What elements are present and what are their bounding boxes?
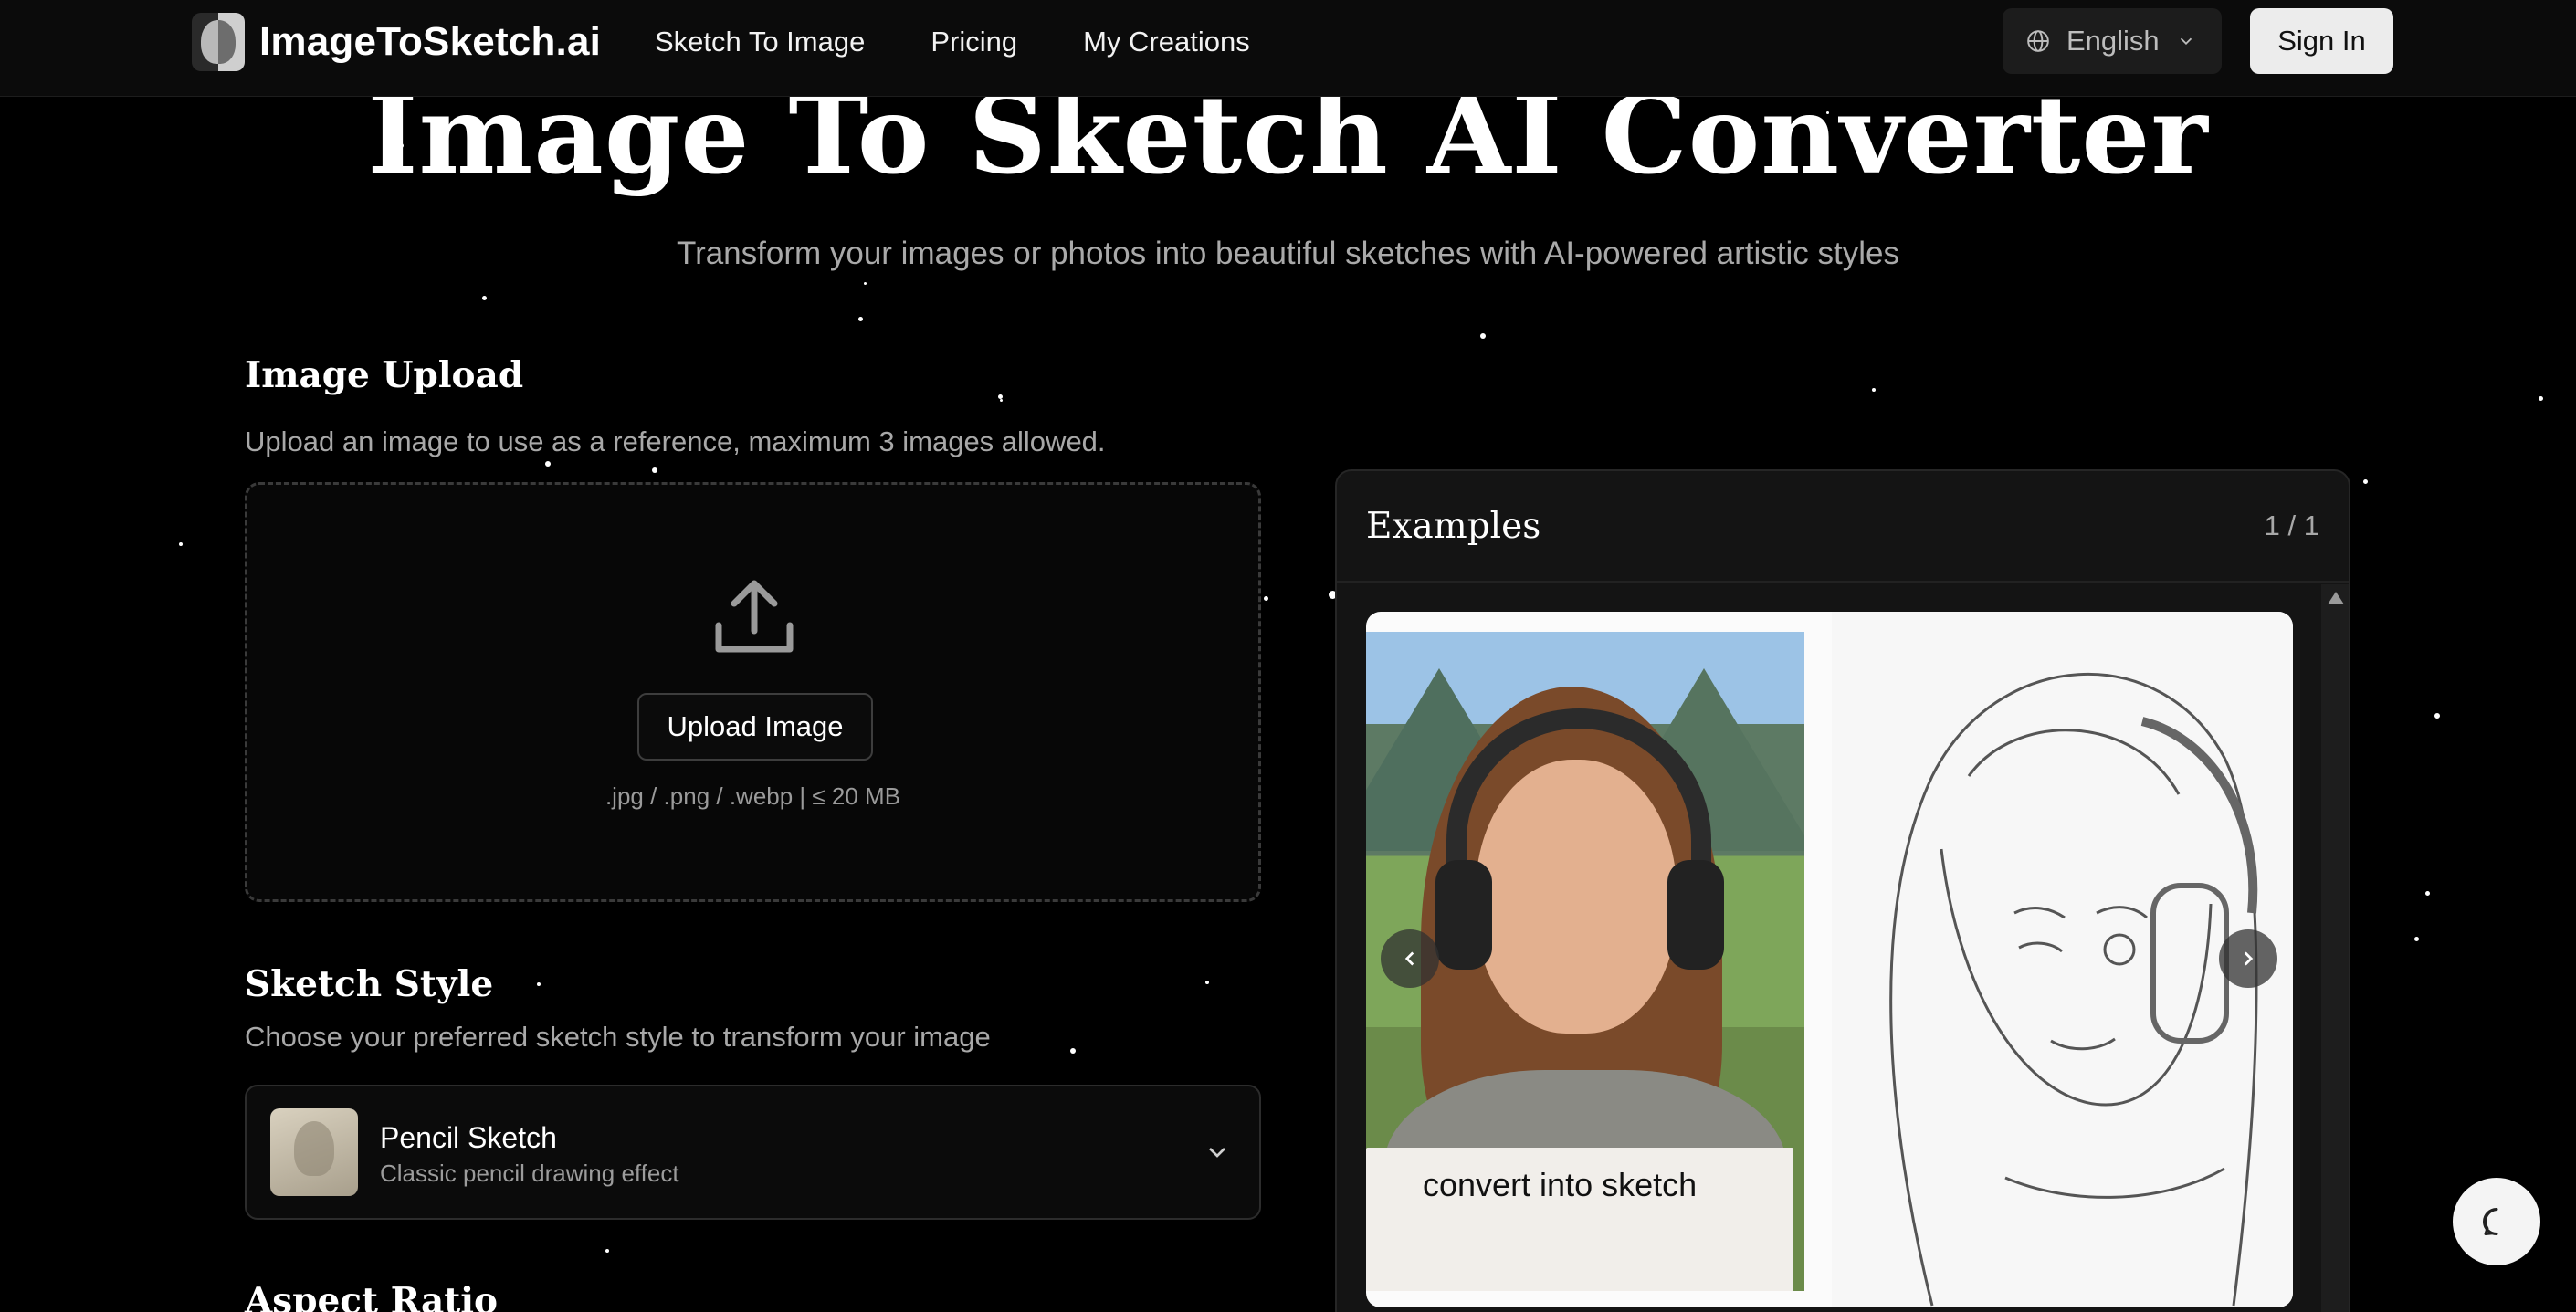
language-label: English — [2066, 25, 2160, 57]
examples-panel: Examples 1 / 1 convert into sketch — [1335, 469, 2350, 1312]
upload-section-title: Image Upload — [245, 354, 524, 396]
next-example-button[interactable] — [2219, 929, 2277, 988]
examples-scrollbar[interactable] — [2321, 584, 2349, 1312]
examples-counter: 1 / 1 — [2264, 509, 2319, 541]
examples-title: Examples — [1366, 506, 1541, 547]
prev-example-button[interactable] — [1381, 929, 1439, 988]
nav-my-creations[interactable]: My Creations — [1083, 26, 1250, 58]
nav-pricing[interactable]: Pricing — [931, 26, 1017, 58]
chevron-down-icon — [2180, 37, 2192, 46]
main-nav: Sketch To Image Pricing My Creations — [655, 26, 1316, 58]
selected-style-description: Classic pencil drawing effect — [380, 1160, 679, 1187]
language-selector[interactable]: English — [2003, 8, 2222, 74]
upload-icon — [715, 580, 794, 653]
upload-dropzone[interactable]: Upload Image .jpg / .png / .webp | ≤ 20 … — [245, 482, 1261, 902]
sketch-style-title: Sketch Style — [245, 963, 494, 1005]
chat-support-button[interactable] — [2453, 1178, 2540, 1265]
aspect-ratio-title: Aspect Ratio — [245, 1280, 499, 1312]
selected-style-name: Pencil Sketch — [380, 1121, 557, 1154]
upload-image-button[interactable]: Upload Image — [637, 693, 873, 761]
scroll-up-arrow-icon[interactable] — [2328, 592, 2344, 604]
brand-name: ImageToSketch.ai — [259, 19, 602, 64]
logo-icon — [192, 13, 245, 71]
globe-icon — [2027, 30, 2049, 52]
nav-sketch-to-image[interactable]: Sketch To Image — [655, 26, 865, 58]
examples-header: Examples 1 / 1 — [1337, 471, 2349, 583]
page-subtitle: Transform your images or photos into bea… — [676, 236, 1899, 271]
upload-file-hint: .jpg / .png / .webp | ≤ 20 MB — [605, 782, 901, 810]
top-navbar: ImageToSketch.ai Sketch To Image Pricing… — [0, 0, 2576, 97]
upload-section-description: Upload an image to use as a reference, m… — [245, 425, 1106, 457]
example-caption: convert into sketch — [1423, 1166, 1698, 1203]
chevron-left-icon — [1404, 951, 1414, 966]
sign-in-button[interactable]: Sign In — [2250, 8, 2393, 74]
chevron-down-icon — [1209, 1148, 1225, 1158]
sketch-style-description: Choose your preferred sketch style to tr… — [245, 1021, 991, 1053]
pencil-sketch-thumbnail — [270, 1108, 358, 1196]
sketch-style-dropdown[interactable]: Pencil Sketch Classic pencil drawing eff… — [245, 1085, 1261, 1220]
chat-bubble-icon — [2483, 1208, 2498, 1235]
example-caption-box: convert into sketch — [1366, 1148, 1793, 1291]
brand-logo[interactable]: ImageToSketch.ai — [192, 13, 601, 71]
example-image: convert into sketch — [1366, 612, 2293, 1307]
chevron-right-icon — [2244, 951, 2254, 966]
